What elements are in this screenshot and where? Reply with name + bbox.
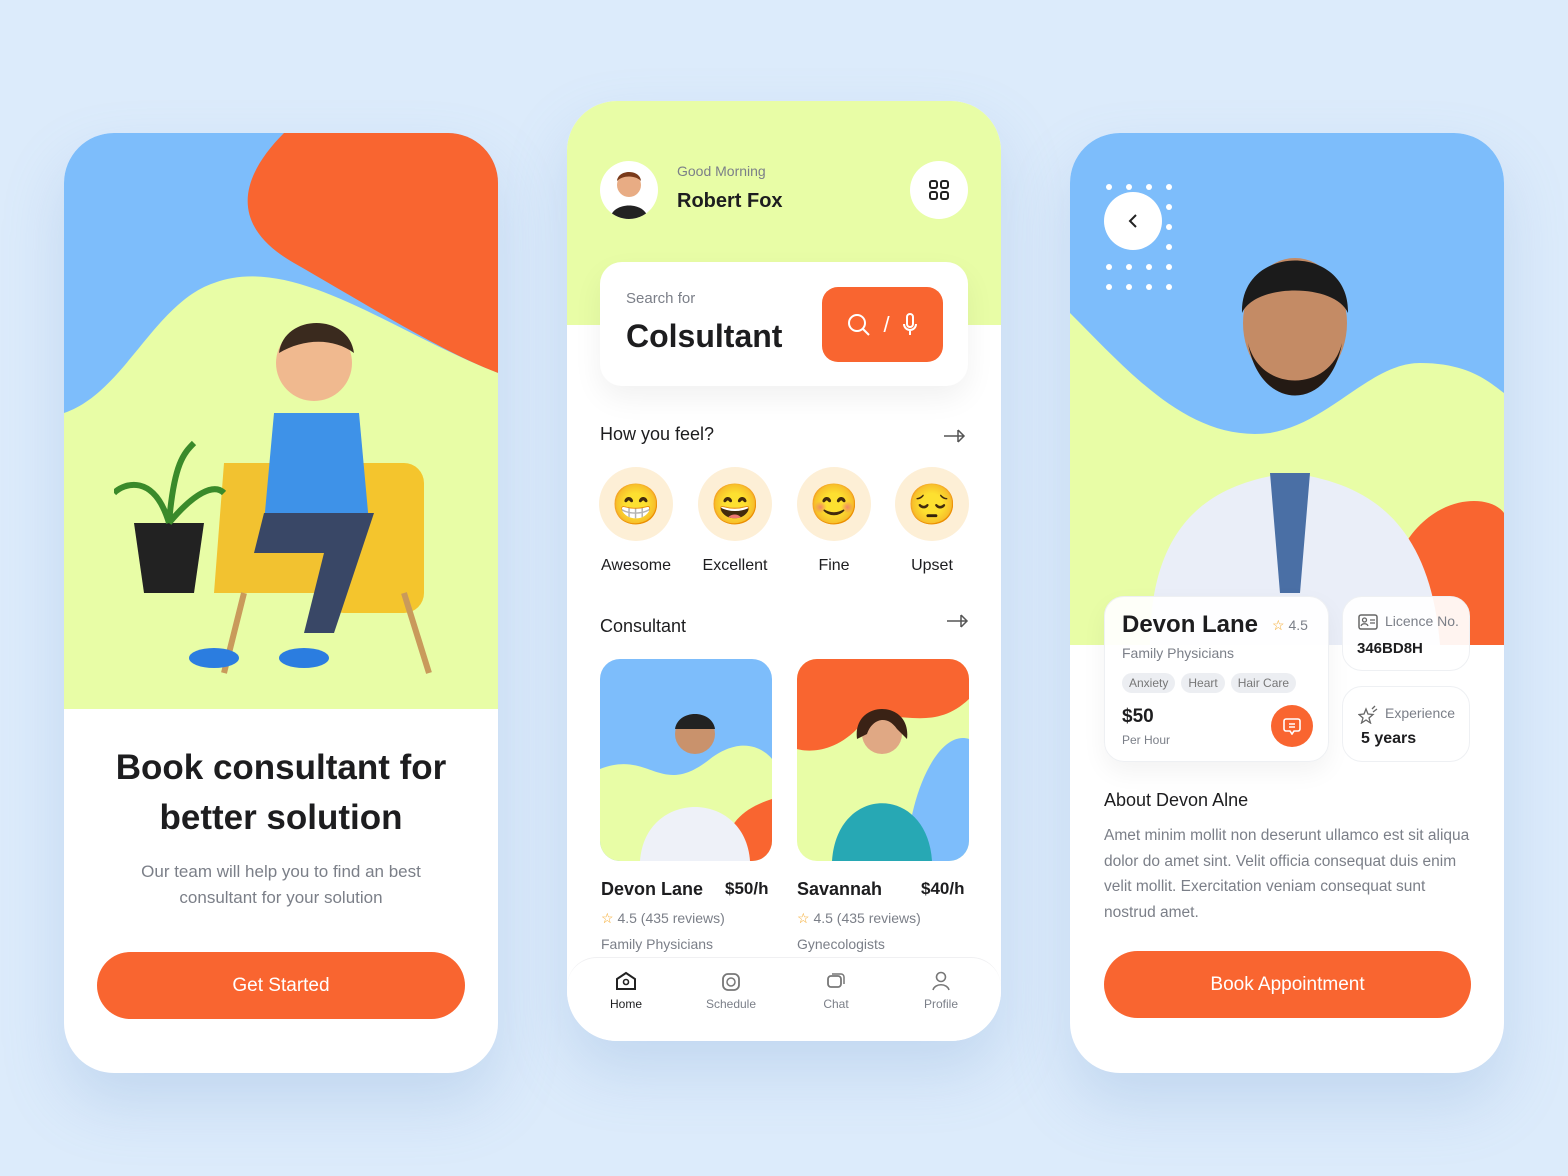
rating-text: 4.5 (435 reviews) bbox=[813, 910, 921, 926]
consultant-price: $50/h bbox=[725, 879, 769, 898]
rating-value: 4.5 bbox=[1288, 617, 1308, 633]
consultant-specialty: Gynecologists bbox=[797, 936, 885, 952]
nav-chat[interactable]: Chat bbox=[786, 971, 886, 1011]
microphone-icon[interactable] bbox=[902, 312, 918, 337]
mood-label: Excellent bbox=[702, 557, 768, 574]
home-screen: Good Morning Robert Fox Search for Colsu… bbox=[567, 101, 1001, 1041]
arrow-right-icon[interactable] bbox=[944, 429, 966, 443]
consultant-specialty: Family Physicians bbox=[601, 936, 714, 952]
star-icon: ☆ bbox=[1272, 617, 1285, 633]
consultant-name[interactable]: Devon Lane bbox=[601, 879, 703, 900]
user-name: Robert Fox bbox=[677, 190, 783, 212]
menu-button[interactable] bbox=[910, 161, 968, 219]
doctor-rating: ☆ 4.5 bbox=[1272, 617, 1308, 634]
consultant-section-title: Consultant bbox=[600, 616, 687, 636]
person-in-armchair-illustration bbox=[114, 323, 432, 674]
consultant-rating: ☆ 4.5 (435 reviews) bbox=[601, 910, 725, 927]
consultant-name[interactable]: Savannah bbox=[797, 879, 882, 900]
search-label: Search for bbox=[626, 290, 696, 307]
mood-upset[interactable]: 😔 Upset bbox=[882, 467, 982, 575]
onboarding-screen: Book consultant for better solution Our … bbox=[64, 133, 498, 1073]
search-button[interactable]: / bbox=[822, 287, 943, 362]
doctor-summary-card: Devon Lane ☆ 4.5 Family Physicians Anxie… bbox=[1104, 596, 1329, 762]
rating-text: 4.5 (435 reviews) bbox=[617, 910, 725, 926]
tag: Heart bbox=[1181, 673, 1225, 693]
mood-emoji: 😔 bbox=[895, 467, 969, 541]
about-title: About Devon Alne bbox=[1104, 790, 1249, 810]
onboarding-subtitle-line2: consultant for your solution bbox=[179, 888, 383, 907]
search-card[interactable]: Search for Colsultant / bbox=[600, 262, 968, 386]
search-icon bbox=[848, 313, 871, 336]
nav-label: Profile bbox=[923, 997, 958, 1011]
onboarding-subtitle-line1: Our team will help you to find an best bbox=[141, 862, 421, 881]
licence-card: Licence No. 346BD8H bbox=[1342, 596, 1470, 671]
onboarding-title-line1: Book consultant for bbox=[115, 748, 447, 787]
nav-schedule[interactable]: Schedule bbox=[681, 971, 781, 1011]
about-text: Amet minim mollit non deserunt ullamco e… bbox=[1104, 827, 1470, 921]
experience-label: Experience bbox=[1385, 705, 1456, 721]
price-unit: Per Hour bbox=[1122, 733, 1171, 747]
star-icon: ☆ bbox=[797, 910, 810, 926]
search-divider: / bbox=[883, 311, 890, 337]
experience-card: Experience 5 years bbox=[1342, 686, 1470, 762]
nav-label: Schedule bbox=[705, 997, 757, 1011]
consultant-card-image[interactable] bbox=[797, 659, 969, 861]
grid-icon bbox=[929, 180, 949, 200]
avatar[interactable] bbox=[600, 161, 658, 219]
profile-icon bbox=[932, 971, 950, 991]
nav-label: Chat bbox=[823, 997, 849, 1011]
mood-label: Upset bbox=[911, 557, 953, 574]
doctor-specialty: Family Physicians bbox=[1122, 645, 1235, 661]
tag-list: Anxiety Heart Hair Care bbox=[1122, 673, 1302, 693]
price: $50 bbox=[1122, 706, 1154, 727]
consultant-price: $40/h bbox=[921, 879, 965, 898]
tag: Anxiety bbox=[1122, 673, 1176, 693]
mood-emoji: 😁 bbox=[599, 467, 673, 541]
feel-section-title: How you feel? bbox=[600, 424, 715, 444]
mood-label: Fine bbox=[818, 557, 850, 574]
get-started-button[interactable]: Get Started bbox=[97, 952, 465, 1019]
search-input[interactable]: Colsultant bbox=[626, 318, 782, 355]
licence-value: 346BD8H bbox=[1357, 640, 1423, 657]
arrow-right-icon[interactable] bbox=[947, 614, 969, 628]
mood-emoji: 😊 bbox=[797, 467, 871, 541]
mood-emoji: 😄 bbox=[698, 467, 772, 541]
star-sparkle-icon bbox=[1358, 705, 1378, 724]
tag: Hair Care bbox=[1230, 673, 1297, 693]
nav-profile[interactable]: Profile bbox=[891, 971, 991, 1011]
nav-home[interactable]: Home bbox=[576, 971, 676, 1011]
home-icon bbox=[616, 971, 636, 990]
doctor-photo bbox=[1150, 258, 1440, 645]
chat-icon bbox=[827, 973, 845, 988]
licence-label: Licence No. bbox=[1385, 613, 1459, 629]
mood-awesome[interactable]: 😁 Awesome bbox=[586, 467, 686, 575]
message-button[interactable] bbox=[1271, 705, 1313, 747]
consultant-detail-screen: Devon Lane ☆ 4.5 Family Physicians Anxie… bbox=[1070, 133, 1504, 1073]
mood-fine[interactable]: 😊 Fine bbox=[784, 467, 884, 575]
book-appointment-button[interactable]: Book Appointment bbox=[1104, 951, 1471, 1018]
message-icon bbox=[1283, 718, 1301, 735]
mood-excellent[interactable]: 😄 Excellent bbox=[685, 467, 785, 575]
star-icon: ☆ bbox=[601, 910, 614, 926]
onboarding-title-line2: better solution bbox=[159, 798, 403, 837]
schedule-icon bbox=[722, 973, 740, 991]
doctor-name: Devon Lane bbox=[1122, 611, 1259, 638]
nav-label: Home bbox=[609, 997, 642, 1011]
mood-label: Awesome bbox=[601, 557, 671, 574]
id-card-icon bbox=[1358, 614, 1378, 630]
consultant-rating: ☆ 4.5 (435 reviews) bbox=[797, 910, 921, 927]
experience-value: 5 years bbox=[1361, 730, 1417, 747]
consultant-card-image[interactable] bbox=[600, 659, 772, 861]
greeting: Good Morning bbox=[677, 163, 766, 179]
